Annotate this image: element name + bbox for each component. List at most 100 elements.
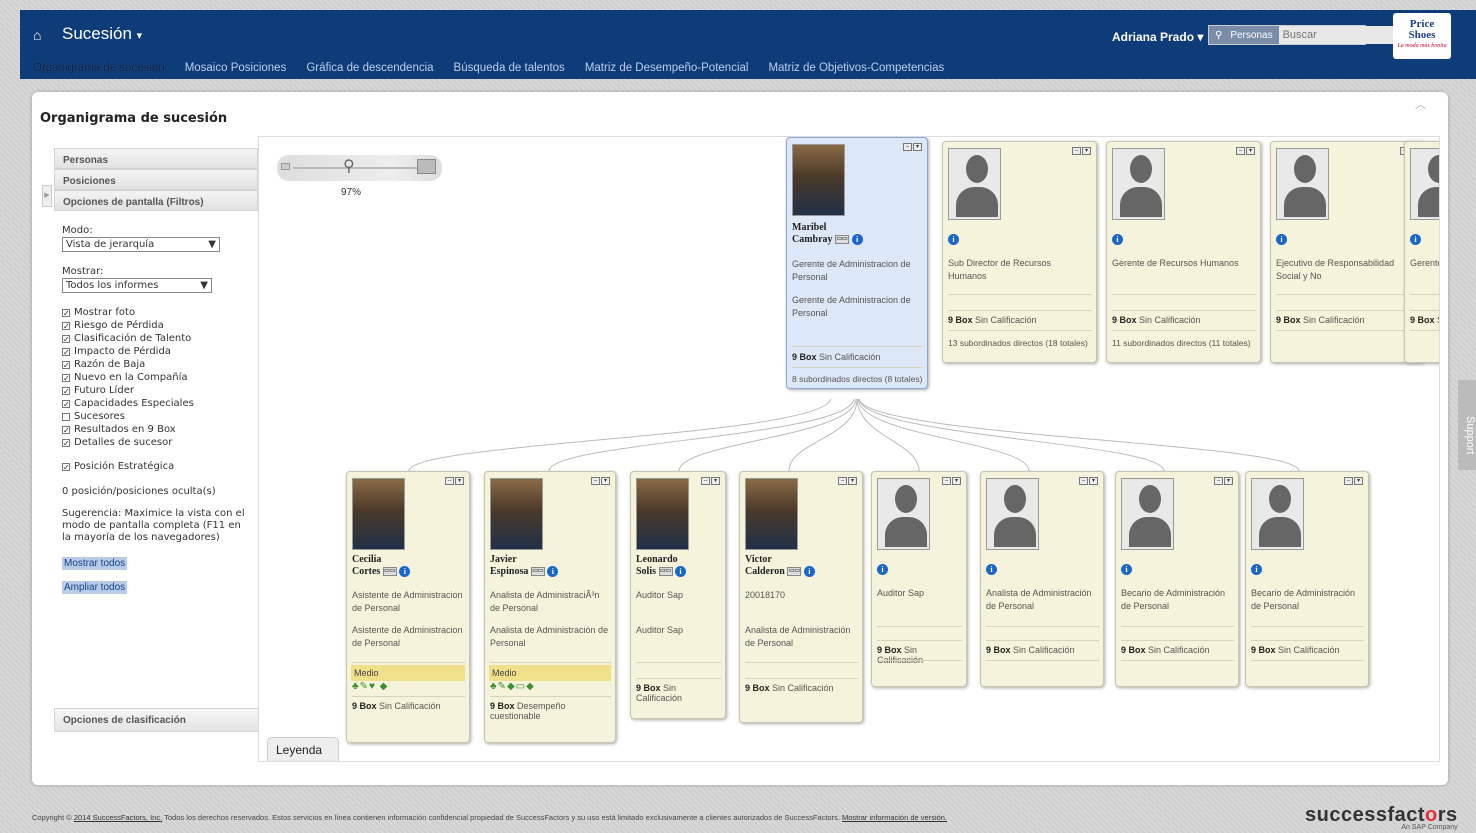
nav-tab[interactable]: Mosaico Posiciones bbox=[185, 62, 287, 74]
chevron-down-icon[interactable]: ▾ bbox=[1354, 477, 1363, 485]
info-icon[interactable]: i bbox=[1112, 234, 1123, 246]
show-select[interactable]: Todos los informes ▼ bbox=[62, 278, 212, 293]
nav-tab[interactable]: Matriz de Objetivos-Competencias bbox=[768, 62, 944, 74]
filter-checkbox[interactable]: ✓ Clasificación de Talento bbox=[62, 332, 250, 345]
filter-checkbox[interactable]: ✓ Impacto de Pérdida bbox=[62, 345, 250, 358]
checkbox[interactable]: ✓ bbox=[62, 438, 70, 447]
expand-sidebar-icon[interactable]: ▶ bbox=[42, 185, 52, 207]
expand-icon[interactable]: – bbox=[1236, 147, 1245, 155]
card-menu-icons[interactable]: –▾ bbox=[942, 477, 961, 485]
checkbox[interactable]: ✓ bbox=[62, 347, 70, 356]
chevron-down-icon[interactable]: ▾ bbox=[952, 477, 961, 485]
chevron-down-icon[interactable]: ▾ bbox=[1089, 477, 1098, 485]
collapse-icon[interactable]: ︿ bbox=[1415, 96, 1426, 112]
info-icon[interactable]: i bbox=[877, 564, 888, 576]
nav-tab[interactable]: Organigrama de sucesión bbox=[33, 62, 165, 74]
nav-tab[interactable]: Gráfica de descendencia bbox=[306, 62, 433, 74]
expand-icon[interactable]: – bbox=[701, 477, 710, 485]
chevron-down-icon[interactable]: ▾ bbox=[1224, 477, 1233, 485]
info-icon[interactable]: i bbox=[851, 234, 863, 246]
checkbox[interactable]: ✓ bbox=[62, 308, 70, 317]
card-menu-icons[interactable]: –▾ bbox=[1214, 477, 1233, 485]
support-tab[interactable]: Support bbox=[1458, 380, 1476, 470]
card-menu-icons[interactable]: –▾ bbox=[1079, 477, 1098, 485]
checkbox[interactable]: ✓ bbox=[62, 386, 70, 395]
company-link[interactable]: 2014 SuccessFactors, Inc. bbox=[74, 813, 162, 822]
expand-icon[interactable]: – bbox=[903, 143, 912, 151]
accordion-positions[interactable]: Posiciones bbox=[54, 169, 258, 190]
info-icon[interactable]: i bbox=[1276, 234, 1287, 246]
info-icon[interactable]: i bbox=[948, 234, 959, 246]
position-card[interactable]: –▾iGerente9 Box S bbox=[1404, 141, 1439, 363]
accordion-people[interactable]: Personas bbox=[54, 148, 258, 169]
filter-checkbox[interactable]: ✓ Nuevo en la Compañía bbox=[62, 371, 250, 384]
expand-icon[interactable]: – bbox=[591, 477, 600, 485]
position-card[interactable]: – ▾ i Becario de Administración de Personal… bbox=[1115, 471, 1239, 687]
vcard-icon[interactable]: ▭▭ bbox=[835, 235, 850, 245]
checkbox-strategic[interactable]: ✓ Posición Estratégica bbox=[62, 460, 250, 473]
position-card[interactable]: – ▾ i Gerente de Recursos Humanos 9 Box Sin … bbox=[1106, 141, 1261, 363]
position-card[interactable]: – ▾ Maribel Cambray ▭▭ i Gerente de Administ… bbox=[786, 137, 928, 389]
info-icon[interactable]: i bbox=[399, 566, 411, 578]
chevron-down-icon[interactable]: ▾ bbox=[848, 477, 857, 485]
card-menu-icons[interactable]: –▾ bbox=[1236, 147, 1255, 155]
position-card[interactable]: –▾iEjecutivo de Responsabilidad Social y… bbox=[1270, 141, 1425, 363]
direct-reports[interactable]: 11 subordinados directos (11 totales) bbox=[1112, 338, 1257, 348]
nav-tab[interactable]: Búsqueda de talentos bbox=[454, 62, 565, 74]
accordion-screen-options[interactable]: Opciones de pantalla (Filtros) bbox=[54, 190, 258, 211]
card-menu-icons[interactable]: –▾ bbox=[701, 477, 720, 485]
filter-checkbox[interactable]: ✓ Mostrar foto bbox=[62, 306, 250, 319]
info-icon[interactable]: i bbox=[1251, 564, 1262, 576]
filter-checkbox[interactable]: ✓ Capacidades Especiales bbox=[62, 397, 250, 410]
filter-checkbox[interactable]: ✓ Futuro Líder bbox=[62, 384, 250, 397]
home-icon[interactable]: ⌂ bbox=[33, 27, 41, 43]
position-card[interactable]: – ▾ i Auditor Sap 9 Box Sin Calificación bbox=[871, 471, 967, 687]
mode-select[interactable]: Vista de jerarquía ▼ bbox=[62, 237, 220, 252]
version-link[interactable]: Mostrar información de versión. bbox=[842, 813, 947, 822]
checkbox[interactable]: ✓ bbox=[62, 399, 70, 408]
chevron-down-icon[interactable]: ▾ bbox=[711, 477, 720, 485]
position-card[interactable]: – ▾ Javier Espinosa ▭▭ i Analista de Adminis… bbox=[484, 471, 616, 743]
expand-icon[interactable]: – bbox=[942, 477, 951, 485]
direct-reports[interactable]: 8 subordinados directos (8 totales) bbox=[792, 374, 924, 384]
expand-icon[interactable]: – bbox=[1214, 477, 1223, 485]
org-chart-canvas[interactable]: ⚲ 97% – ▾ Maribel Cambray ▭▭ i Gerente de Ad… bbox=[258, 136, 1440, 762]
vcard-icon[interactable]: ▭▭ bbox=[787, 567, 802, 577]
info-icon[interactable]: i bbox=[986, 564, 997, 576]
expand-icon[interactable]: – bbox=[1344, 477, 1353, 485]
filter-checkbox[interactable]: ✓ Resultados en 9 Box bbox=[62, 423, 250, 436]
info-icon[interactable]: i bbox=[675, 566, 687, 578]
position-card[interactable]: – ▾ Cecilia Cortes ▭▭ i Asistente de Adminis… bbox=[346, 471, 470, 743]
chevron-down-icon[interactable]: ▾ bbox=[1246, 147, 1255, 155]
checkbox[interactable]: ✓ bbox=[62, 373, 70, 382]
expand-icon[interactable]: – bbox=[445, 477, 454, 485]
checkbox[interactable]: ✓ bbox=[62, 425, 70, 434]
vcard-icon[interactable]: ▭▭ bbox=[530, 567, 545, 577]
app-menu[interactable]: Sucesión ▾ bbox=[62, 24, 142, 44]
expand-icon[interactable]: – bbox=[1072, 147, 1081, 155]
direct-reports[interactable]: 13 subordinados directos (18 totales) bbox=[948, 338, 1093, 348]
checkbox[interactable]: ✓ bbox=[62, 462, 70, 471]
position-card[interactable]: – ▾ i Sub Director de Recursos Humanos 9 Box… bbox=[942, 141, 1097, 363]
checkbox[interactable]: ✓ bbox=[62, 334, 70, 343]
filter-checkbox[interactable]: Sucesores bbox=[62, 410, 250, 423]
info-icon[interactable]: i bbox=[803, 566, 815, 578]
card-menu-icons[interactable]: –▾ bbox=[1344, 477, 1363, 485]
chevron-down-icon[interactable]: ▾ bbox=[1082, 147, 1091, 155]
checkbox[interactable] bbox=[62, 412, 70, 421]
card-menu-icons[interactable]: –▾ bbox=[838, 477, 857, 485]
card-menu-icons[interactable]: –▾ bbox=[903, 143, 922, 151]
chevron-down-icon[interactable]: ▾ bbox=[455, 477, 464, 485]
card-menu-icons[interactable]: –▾ bbox=[591, 477, 610, 485]
filter-checkbox[interactable]: ✓ Riesgo de Pérdida bbox=[62, 319, 250, 332]
chevron-down-icon[interactable]: ▾ bbox=[601, 477, 610, 485]
position-card[interactable]: – ▾ i Becario de Administración de Personal… bbox=[1245, 471, 1369, 687]
position-card[interactable]: – ▾ i Analista de Administración de Persona… bbox=[980, 471, 1104, 687]
user-menu[interactable]: Adriana Prado ▾ bbox=[1112, 30, 1203, 44]
filter-checkbox[interactable]: ✓ Detalles de sucesor bbox=[62, 436, 250, 449]
vcard-icon[interactable]: ▭▭ bbox=[658, 567, 673, 577]
checkbox[interactable]: ✓ bbox=[62, 321, 70, 330]
nav-tab[interactable]: Matriz de Desempeño-Potencial bbox=[585, 62, 749, 74]
checkbox[interactable]: ✓ bbox=[62, 360, 70, 369]
show-all-link[interactable]: Mostrar todos bbox=[62, 557, 128, 570]
